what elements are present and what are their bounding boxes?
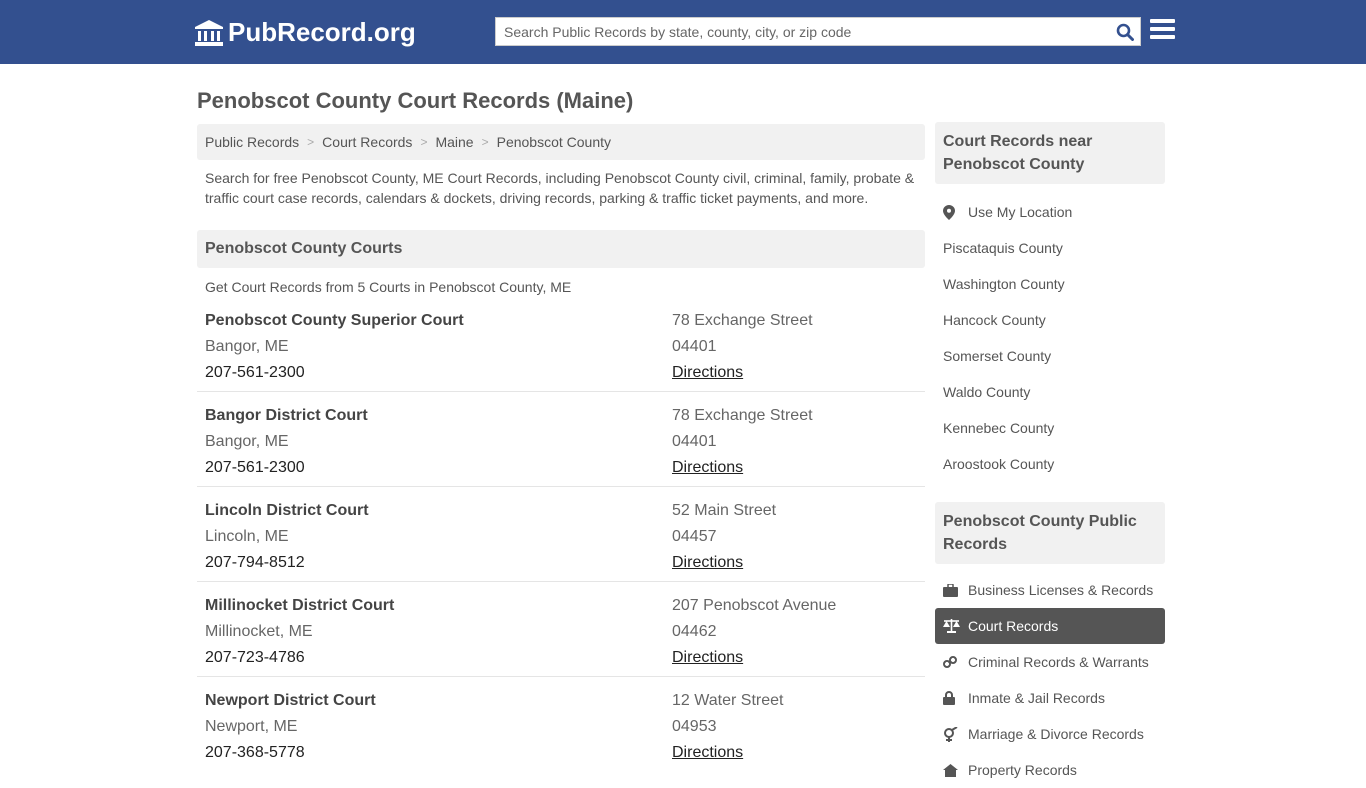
court-item: Bangor District Court Bangor, ME 207-561… xyxy=(197,392,925,487)
nearby-county-link[interactable]: Somerset County xyxy=(935,338,1165,374)
court-item: Millinocket District Court Millinocket, … xyxy=(197,582,925,677)
court-city: Lincoln, ME xyxy=(205,528,289,545)
court-name[interactable]: Lincoln District Court xyxy=(205,498,672,524)
nearby-county-link[interactable]: Hancock County xyxy=(935,302,1165,338)
court-name[interactable]: Newport District Court xyxy=(205,688,672,714)
court-zip: 04953 xyxy=(672,718,717,735)
lock-icon xyxy=(943,691,968,705)
breadcrumb-separator: > xyxy=(307,135,315,149)
nearby-county-link[interactable]: Washington County xyxy=(935,266,1165,302)
public-records-list: Business Licenses & Records Court Record… xyxy=(935,564,1165,788)
use-my-location-label: Use My Location xyxy=(968,204,1073,220)
sidebar-item-criminal-records[interactable]: Criminal Records & Warrants xyxy=(935,644,1165,680)
court-item: Lincoln District Court Lincoln, ME 207-7… xyxy=(197,487,925,582)
breadcrumb-public-records[interactable]: Public Records xyxy=(205,134,299,150)
hamburger-menu-icon[interactable] xyxy=(1150,19,1175,43)
public-records-section-title: Penobscot County Public Records xyxy=(935,502,1165,564)
court-street: 207 Penobscot Avenue xyxy=(672,597,837,614)
court-phone[interactable]: 207-561-2300 xyxy=(205,360,672,386)
sidebar-item-marriage-divorce[interactable]: Marriage & Divorce Records xyxy=(935,716,1165,752)
court-list: Penobscot County Superior Court Bangor, … xyxy=(197,297,925,772)
nearby-list: Use My Location Piscataquis County Washi… xyxy=(935,184,1165,482)
nearby-county-link[interactable]: Piscataquis County xyxy=(935,230,1165,266)
court-phone[interactable]: 207-794-8512 xyxy=(205,550,672,576)
breadcrumb-maine[interactable]: Maine xyxy=(435,134,473,150)
court-city: Bangor, ME xyxy=(205,433,289,450)
search-icon xyxy=(1116,23,1134,41)
page-title: Penobscot County Court Records (Maine) xyxy=(197,88,634,113)
directions-link[interactable]: Directions xyxy=(672,364,743,381)
court-street: 78 Exchange Street xyxy=(672,312,813,329)
courts-section-title: Penobscot County Courts xyxy=(197,230,925,268)
map-marker-icon xyxy=(943,204,968,220)
sidebar-item-court-records[interactable]: Court Records xyxy=(935,608,1165,644)
court-item: Newport District Court Newport, ME 207-3… xyxy=(197,677,925,772)
court-name[interactable]: Penobscot County Superior Court xyxy=(205,308,672,334)
sidebar-item-label: Inmate & Jail Records xyxy=(968,690,1105,706)
court-zip: 04401 xyxy=(672,338,717,355)
directions-link[interactable]: Directions xyxy=(672,744,743,761)
breadcrumb-separator: > xyxy=(481,135,489,149)
court-zip: 04457 xyxy=(672,528,717,545)
directions-link[interactable]: Directions xyxy=(672,459,743,476)
court-zip: 04462 xyxy=(672,623,717,640)
use-my-location-link[interactable]: Use My Location xyxy=(935,194,1165,230)
breadcrumb-court-records[interactable]: Court Records xyxy=(322,134,412,150)
search-input[interactable] xyxy=(496,18,1110,45)
nearby-section-title: Court Records near Penobscot County xyxy=(935,122,1165,184)
link-icon xyxy=(943,655,968,669)
courthouse-icon xyxy=(195,19,223,46)
court-zip: 04401 xyxy=(672,433,717,450)
gender-icon xyxy=(943,726,968,742)
court-city: Bangor, ME xyxy=(205,338,289,355)
court-street: 78 Exchange Street xyxy=(672,407,813,424)
sidebar-item-label: Business Licenses & Records xyxy=(968,582,1154,598)
breadcrumb: Public Records > Court Records > Maine >… xyxy=(197,124,925,160)
sidebar-item-property-records[interactable]: Property Records xyxy=(935,752,1165,788)
breadcrumb-separator: > xyxy=(420,135,428,149)
main-content: Public Records > Court Records > Maine >… xyxy=(197,124,925,772)
directions-link[interactable]: Directions xyxy=(672,554,743,571)
search-bar xyxy=(495,17,1141,46)
directions-link[interactable]: Directions xyxy=(672,649,743,666)
nearby-county-link[interactable]: Aroostook County xyxy=(935,446,1165,482)
home-icon xyxy=(943,763,968,777)
briefcase-icon xyxy=(943,583,968,597)
breadcrumb-penobscot-county[interactable]: Penobscot County xyxy=(497,134,611,150)
intro-text: Search for free Penobscot County, ME Cou… xyxy=(205,170,915,206)
court-city: Newport, ME xyxy=(205,718,298,735)
search-button[interactable] xyxy=(1110,18,1140,45)
logo-text: PubRecord.org xyxy=(228,17,416,47)
courts-section-subtitle: Get Court Records from 5 Courts in Penob… xyxy=(205,279,572,295)
sidebar-item-inmate-records[interactable]: Inmate & Jail Records xyxy=(935,680,1165,716)
nearby-county-link[interactable]: Waldo County xyxy=(935,374,1165,410)
sidebar: Court Records near Penobscot County Use … xyxy=(935,122,1165,788)
court-street: 52 Main Street xyxy=(672,502,777,519)
scale-icon xyxy=(943,619,968,633)
site-logo[interactable]: PubRecord.org xyxy=(195,17,416,48)
nearby-county-link[interactable]: Kennebec County xyxy=(935,410,1165,446)
sidebar-item-label: Criminal Records & Warrants xyxy=(968,654,1149,670)
court-name[interactable]: Bangor District Court xyxy=(205,403,672,429)
sidebar-item-label: Marriage & Divorce Records xyxy=(968,726,1144,742)
sidebar-item-business-licenses[interactable]: Business Licenses & Records xyxy=(935,572,1165,608)
sidebar-item-label: Court Records xyxy=(968,618,1059,634)
court-phone[interactable]: 207-561-2300 xyxy=(205,455,672,481)
top-navbar: PubRecord.org xyxy=(0,0,1366,64)
court-name[interactable]: Millinocket District Court xyxy=(205,593,672,619)
sidebar-item-label: Property Records xyxy=(968,762,1077,778)
court-phone[interactable]: 207-368-5778 xyxy=(205,740,672,766)
court-item: Penobscot County Superior Court Bangor, … xyxy=(197,297,925,392)
court-street: 12 Water Street xyxy=(672,692,784,709)
court-city: Millinocket, ME xyxy=(205,623,313,640)
court-phone[interactable]: 207-723-4786 xyxy=(205,645,672,671)
